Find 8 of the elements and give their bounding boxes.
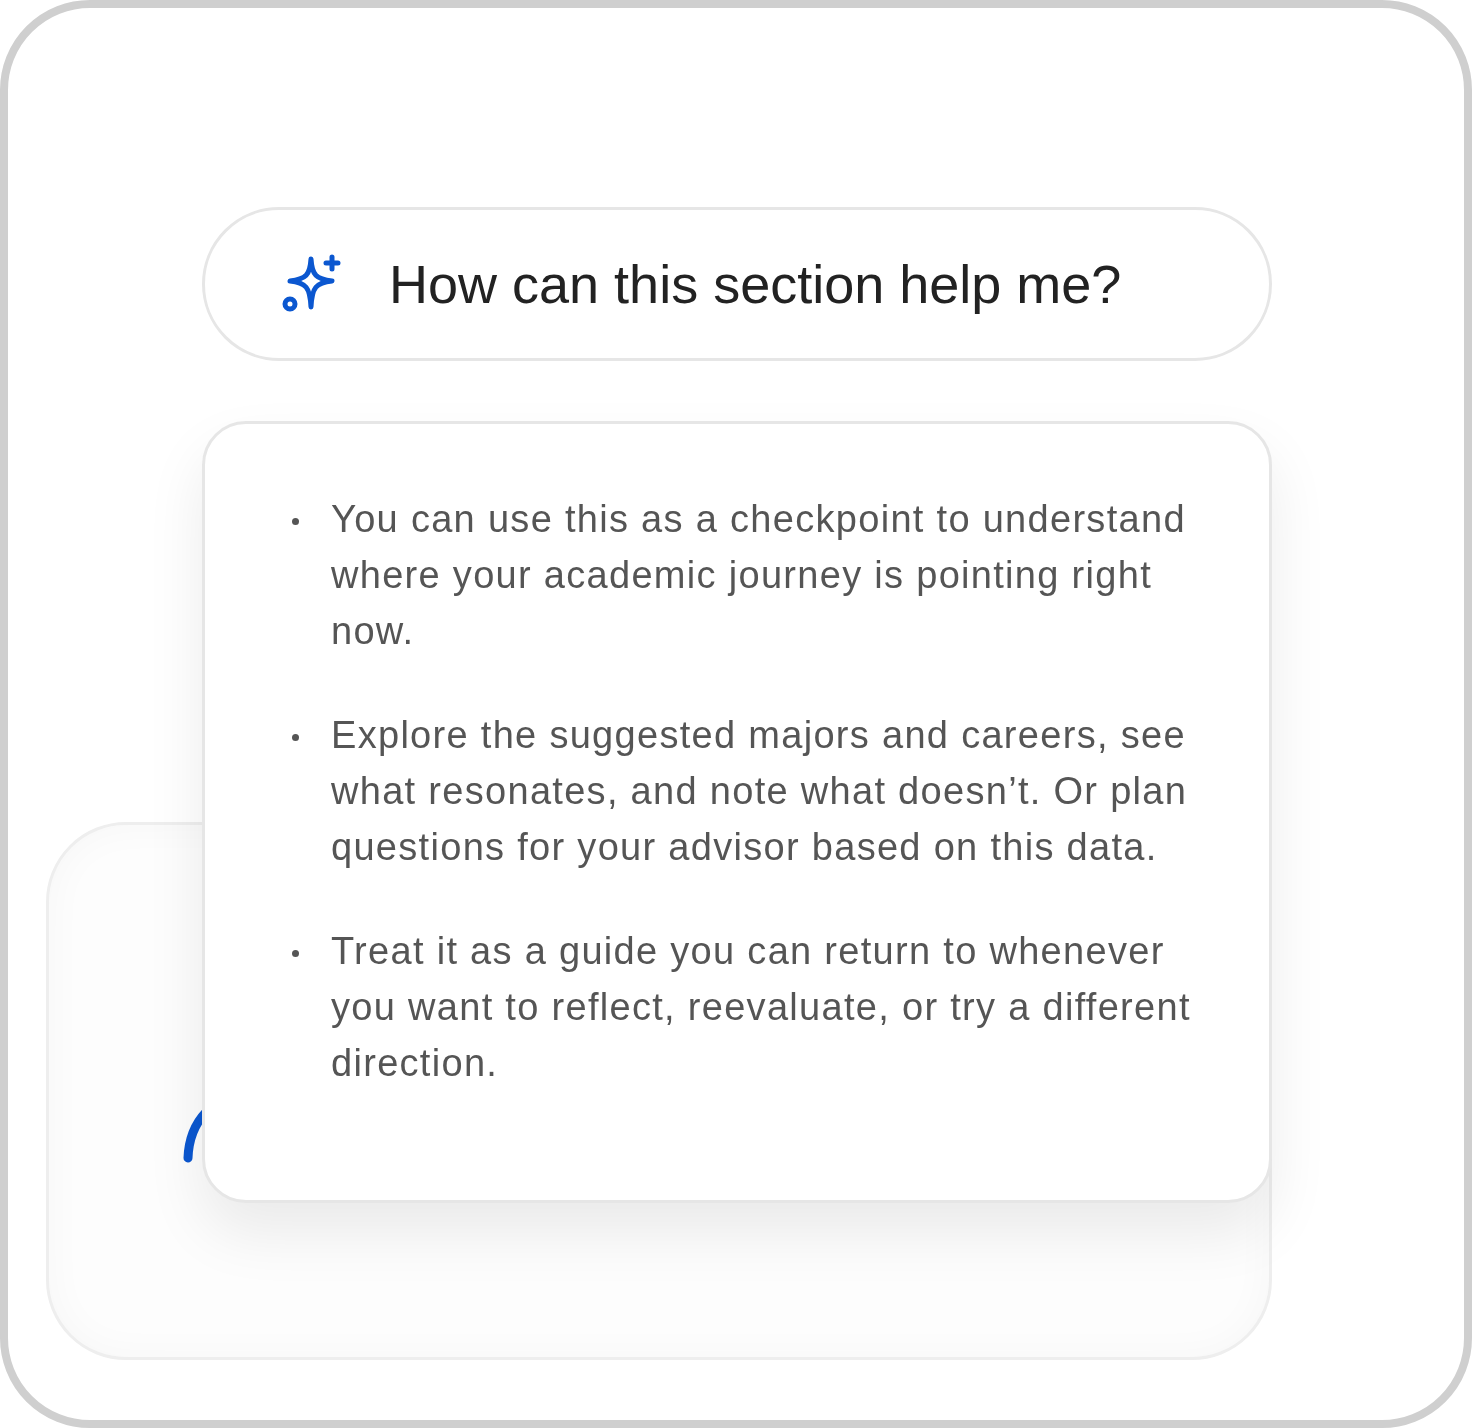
tip-text: You can use this as a checkpoint to understand where your academic journey is pointing right now.: [331, 497, 1187, 654]
prompt-label: How can this section help me?: [389, 252, 1122, 316]
prompt-button[interactable]: How can this section help me?: [202, 207, 1272, 361]
bullet-icon: [291, 733, 299, 741]
tip-text: Explore the suggested majors and careers, see what resonates, and note what doesn’t. Or plan questions for your advisor based on this data.: [331, 713, 1189, 870]
tip-text: Treat it as a guide you can return to whenever you want to reflect, reevaluate, or try a different direction.: [331, 929, 1192, 1086]
bullet-icon: [291, 949, 299, 957]
bullet-icon: [291, 517, 299, 525]
